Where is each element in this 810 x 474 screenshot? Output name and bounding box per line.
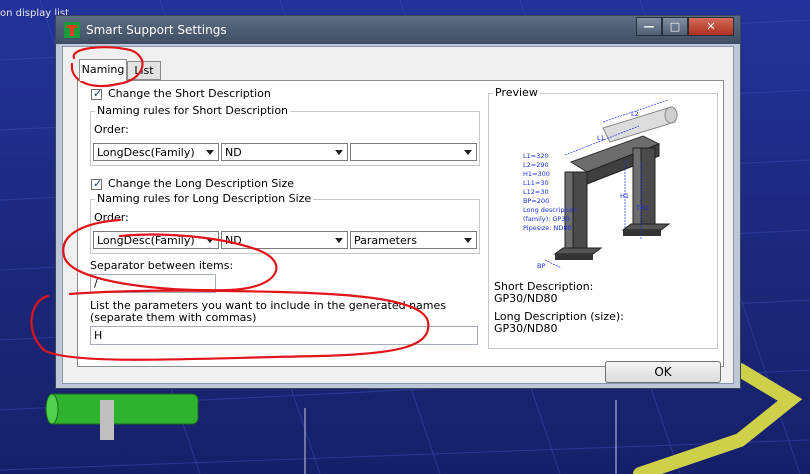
window-title: Smart Support Settings [86,23,227,37]
chevron-down-icon [206,150,214,155]
dim-l12: L12=30 [523,188,549,196]
change-long-label: Change the Long Description Size [108,177,295,190]
change-short-checkbox[interactable]: ✓ [91,87,102,100]
long-order-combo-3[interactable]: Parameters [350,231,477,249]
tab-list[interactable]: List [127,61,161,80]
app-icon [64,22,80,38]
dim-l1: L1=320 [523,152,549,160]
long-order-combo-1[interactable]: LongDesc(Family) [93,231,219,249]
separator-input[interactable]: / [90,274,216,293]
chevron-down-icon [464,150,472,155]
ok-button[interactable]: OK [605,361,721,383]
preview-support-image: L1 L2 H1 TH2 BP L1=320 L2=290 H1=300 L11… [523,100,678,270]
chevron-down-icon [335,150,343,155]
naming-tab-panel: ✓ Change the Short Description Naming ru… [77,80,724,367]
maximize-button[interactable]: □ [662,17,688,36]
dim-family: (family): GP30 [523,215,570,223]
dim-long-desc: Long description [523,206,577,214]
change-long-checkbox[interactable]: ✓ [91,177,102,190]
short-order-combo-1[interactable]: LongDesc(Family) [93,143,219,161]
dialog-client-area: Naming List ✓ Change the Short Descripti… [62,46,734,384]
close-button[interactable]: ✕ [688,17,734,36]
params-input[interactable]: H [90,326,478,345]
short-description-group: Naming rules for Short Description Order… [90,104,480,166]
long-group-legend: Naming rules for Long Description Size [95,192,314,205]
long-description-group: Naming rules for Long Description Size O… [90,192,480,254]
long-order-combo-2[interactable]: ND [221,231,348,249]
short-group-legend: Naming rules for Short Description [95,104,291,117]
params-label-line2: (separate them with commas) [90,311,257,324]
dim-label-th2: TH2 [635,204,649,212]
dim-label-l2: L2 [631,110,639,118]
separator-label: Separator between items: [90,259,234,272]
chevron-down-icon [206,238,214,243]
dim-l2: L2=290 [523,161,549,169]
long-order-label: Order: [94,211,129,224]
title-bar[interactable]: Smart Support Settings — □ ✕ [56,16,740,44]
preview-group: Preview L1 L2 H1 TH2 BP L1=320 L2=290 H1… [488,86,718,349]
minimize-button[interactable]: — [636,17,662,36]
tab-naming[interactable]: Naming [79,59,127,81]
dim-label-bp: BP [537,262,545,270]
short-order-label: Order: [94,123,129,136]
chevron-down-icon [335,238,343,243]
change-short-label: Change the Short Description [108,87,271,100]
preview-short-value: GP30/ND80 [494,292,558,305]
preview-long-value: GP30/ND80 [494,322,558,335]
preview-legend: Preview [493,86,540,99]
dim-bp: BP=200 [523,197,549,205]
dim-l11: L11=30 [523,179,549,187]
short-order-combo-2[interactable]: ND [221,143,348,161]
dim-label-l1: L1 [597,134,605,142]
dim-label-h1: H1 [620,192,629,200]
dim-h1: H1=300 [523,170,550,178]
chevron-down-icon [464,238,472,243]
smart-support-settings-dialog: Smart Support Settings — □ ✕ Naming List… [55,15,741,389]
dim-pipesize: Pipesize: ND80 [523,224,572,232]
short-order-combo-3[interactable] [350,143,477,161]
